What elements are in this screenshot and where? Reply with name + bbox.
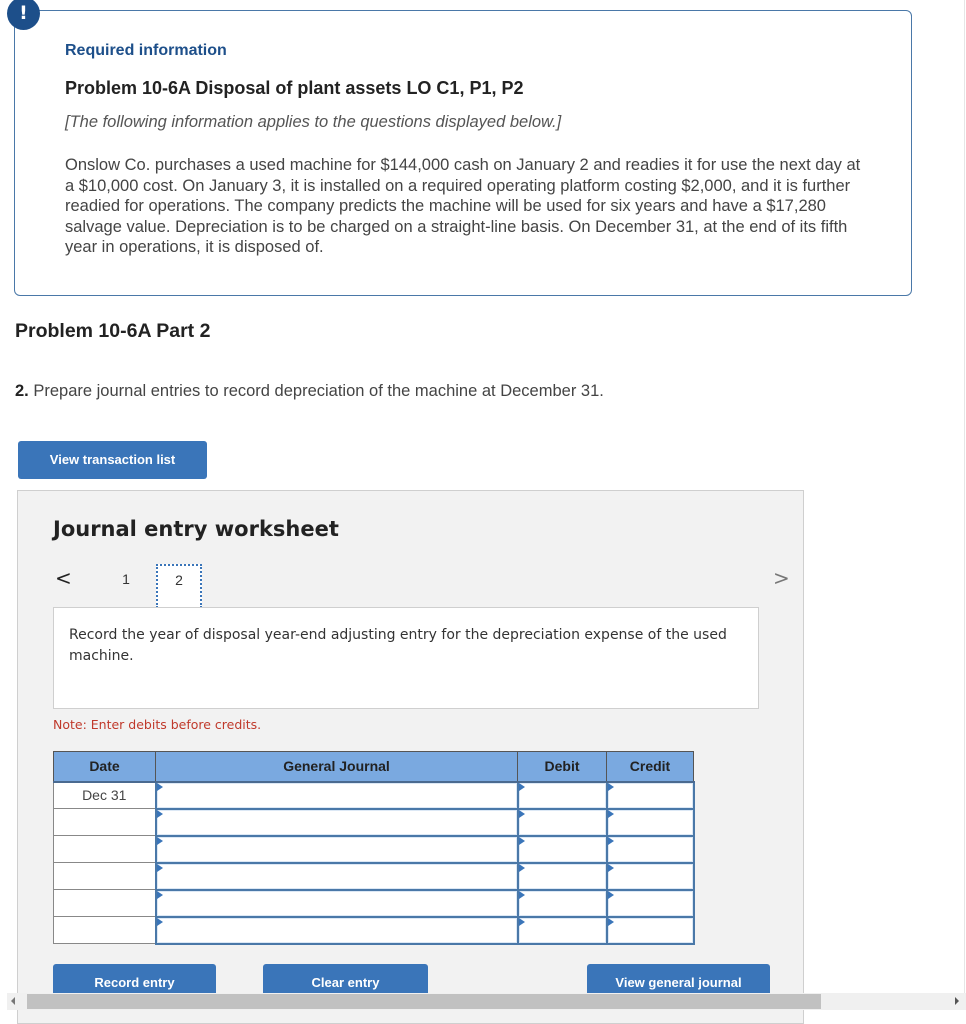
debit-input[interactable] xyxy=(518,809,606,835)
debit-cell xyxy=(516,780,608,810)
cell-marker-icon xyxy=(518,890,525,899)
header-date: Date xyxy=(53,751,156,783)
date-cell xyxy=(53,835,156,863)
cell-marker-icon xyxy=(607,863,614,872)
credit-cell xyxy=(605,888,695,918)
debit-input[interactable] xyxy=(518,863,606,889)
entry-instruction: Record the year of disposal year-end adj… xyxy=(53,607,759,709)
credit-input[interactable] xyxy=(607,836,693,862)
credit-cell xyxy=(605,780,695,810)
required-information-label: Required information xyxy=(65,42,227,59)
chevron-right-icon[interactable]: > xyxy=(773,566,790,590)
scrollbar-thumb[interactable] xyxy=(27,994,821,1009)
general-journal-input[interactable] xyxy=(156,782,517,808)
date-cell xyxy=(53,916,156,944)
journal-row: Dec 31 xyxy=(53,780,695,810)
general-journal-input[interactable] xyxy=(156,836,517,862)
page-border xyxy=(964,0,965,995)
journal-entry-worksheet: Journal entry worksheet < 1 2 > Record t… xyxy=(17,490,804,1024)
credit-input[interactable] xyxy=(607,890,693,916)
worksheet-page-1[interactable]: 1 xyxy=(103,564,149,608)
cell-marker-icon xyxy=(156,836,163,845)
header-general-journal: General Journal xyxy=(155,751,518,783)
scenario-text: Onslow Co. purchases a used machine for … xyxy=(65,156,861,256)
following-info-note: [The following information applies to th… xyxy=(65,113,562,131)
credit-input[interactable] xyxy=(607,863,693,889)
cell-marker-icon xyxy=(518,917,525,926)
cell-marker-icon xyxy=(518,863,525,872)
cell-marker-icon xyxy=(156,863,163,872)
debit-cell xyxy=(516,915,608,945)
cell-marker-icon xyxy=(607,836,614,845)
date-cell xyxy=(53,808,156,836)
credit-input[interactable] xyxy=(607,809,693,835)
general-journal-cell xyxy=(154,888,519,918)
debit-cell xyxy=(516,834,608,864)
journal-row xyxy=(53,861,695,891)
date-cell xyxy=(53,889,156,917)
cell-marker-icon xyxy=(518,782,525,791)
cell-marker-icon xyxy=(156,917,163,926)
journal-row xyxy=(53,915,695,945)
general-journal-cell xyxy=(154,807,519,837)
header-credit: Credit xyxy=(606,751,694,783)
required-information-box: Required information Problem 10-6A Dispo… xyxy=(14,10,912,296)
header-debit: Debit xyxy=(517,751,607,783)
journal-row xyxy=(53,888,695,918)
question-body: Prepare journal entries to record deprec… xyxy=(28,382,604,400)
scroll-left-icon[interactable] xyxy=(11,997,15,1005)
debit-input[interactable] xyxy=(518,890,606,916)
journal-table: Date General Journal Debit Credit Dec 31 xyxy=(53,751,695,945)
cell-marker-icon xyxy=(156,890,163,899)
debit-input[interactable] xyxy=(518,836,606,862)
general-journal-cell xyxy=(154,861,519,891)
journal-header-row: Date General Journal Debit Credit xyxy=(53,751,694,783)
general-journal-input[interactable] xyxy=(156,890,517,916)
general-journal-input[interactable] xyxy=(156,917,517,943)
worksheet-page-2[interactable]: 2 xyxy=(156,564,202,608)
date-cell: Dec 31 xyxy=(53,781,156,809)
credit-cell xyxy=(605,807,695,837)
cell-marker-icon xyxy=(607,782,614,791)
general-journal-input[interactable] xyxy=(156,863,517,889)
credit-input[interactable] xyxy=(607,917,693,943)
cell-marker-icon xyxy=(607,890,614,899)
date-cell xyxy=(53,862,156,890)
credit-cell xyxy=(605,915,695,945)
chevron-left-icon[interactable]: < xyxy=(55,566,72,590)
general-journal-cell xyxy=(154,780,519,810)
credit-input[interactable] xyxy=(607,782,693,808)
cell-marker-icon xyxy=(156,809,163,818)
cell-marker-icon xyxy=(607,809,614,818)
general-journal-cell xyxy=(154,915,519,945)
problem-title: Problem 10-6A Disposal of plant assets L… xyxy=(65,78,524,98)
debit-input[interactable] xyxy=(518,782,606,808)
general-journal-cell xyxy=(154,834,519,864)
journal-row xyxy=(53,807,695,837)
debits-credits-note: Note: Enter debits before credits. xyxy=(53,717,262,732)
scroll-right-icon[interactable] xyxy=(955,997,959,1005)
cell-marker-icon xyxy=(518,809,525,818)
worksheet-title: Journal entry worksheet xyxy=(53,517,339,541)
question-text: 2. Prepare journal entries to record dep… xyxy=(15,382,604,401)
debit-cell xyxy=(516,861,608,891)
cell-marker-icon xyxy=(518,836,525,845)
credit-cell xyxy=(605,861,695,891)
question-number: 2. xyxy=(15,382,29,400)
journal-row xyxy=(53,834,695,864)
general-journal-input[interactable] xyxy=(156,809,517,835)
cell-marker-icon xyxy=(156,782,163,791)
debit-input[interactable] xyxy=(518,917,606,943)
credit-cell xyxy=(605,834,695,864)
debit-cell xyxy=(516,888,608,918)
view-transaction-list-button[interactable]: View transaction list xyxy=(18,441,207,479)
cell-marker-icon xyxy=(607,917,614,926)
debit-cell xyxy=(516,807,608,837)
horizontal-scrollbar[interactable] xyxy=(7,993,966,1010)
part-title: Problem 10-6A Part 2 xyxy=(15,320,211,342)
